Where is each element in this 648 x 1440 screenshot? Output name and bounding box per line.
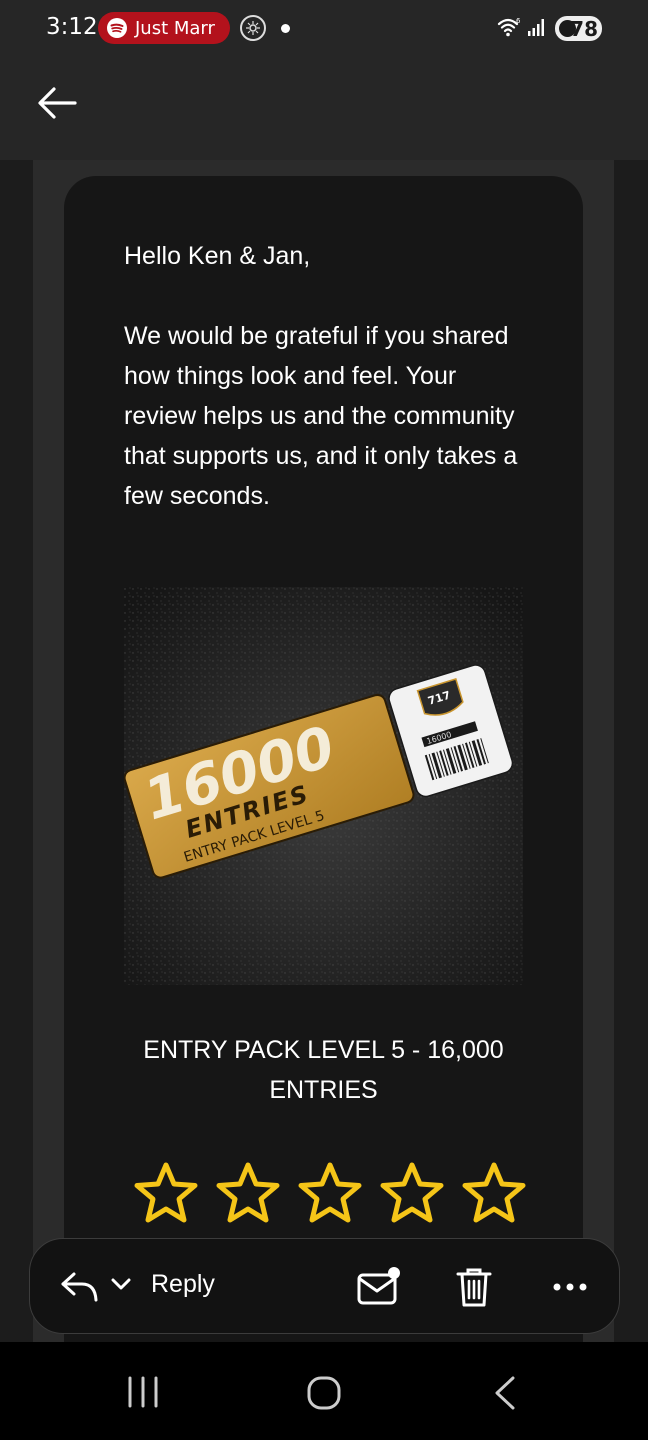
star-icon-5[interactable] (461, 1160, 527, 1226)
product-image[interactable]: 16000 ENTRIES ENTRY PACK LEVEL 5 717 160… (124, 587, 523, 985)
star-icon-4[interactable] (379, 1160, 445, 1226)
more-icon (553, 1283, 587, 1291)
spotify-icon (107, 18, 127, 38)
star-rating[interactable] (133, 1160, 533, 1232)
battery-icon: 78 (555, 16, 602, 41)
mark-unread-icon[interactable] (356, 1266, 402, 1308)
product-title: ENTRY PACK LEVEL 5 - 16,000 ENTRIES (143, 1036, 504, 1104)
signal-icon (528, 19, 544, 36)
app-icon (240, 15, 266, 41)
system-nav-bar (0, 1342, 648, 1440)
home-icon[interactable] (306, 1375, 342, 1411)
back-button[interactable] (34, 80, 80, 126)
email-greeting: Hello Ken & Jan, (124, 242, 311, 270)
more-button[interactable] (550, 1269, 590, 1305)
email-body-text: We would be grateful if you shared how t… (124, 322, 518, 510)
battery-saver-icon (559, 20, 576, 37)
notification-dot (281, 24, 290, 33)
star-icon-2[interactable] (215, 1160, 281, 1226)
wifi-6-icon: 6 (497, 17, 521, 37)
status-bar: 3:12 Just Marr 6 78 (0, 0, 648, 58)
clock: 3:12 (46, 14, 98, 40)
trash-icon[interactable] (454, 1265, 494, 1309)
app-bar (0, 58, 648, 160)
email-action-bar: Reply (29, 1238, 620, 1334)
arrow-left-icon (38, 87, 77, 119)
media-chip[interactable]: Just Marr (98, 12, 230, 44)
chevron-down-icon[interactable] (110, 1276, 132, 1292)
reply-button[interactable]: Reply (151, 1270, 215, 1299)
reply-icon[interactable] (60, 1268, 100, 1304)
star-icon-3[interactable] (297, 1160, 363, 1226)
svg-text:6: 6 (516, 17, 521, 25)
media-label: Just Marr (135, 17, 215, 39)
recent-apps-icon[interactable] (126, 1376, 160, 1408)
star-icon-1[interactable] (133, 1160, 199, 1226)
back-icon[interactable] (491, 1375, 519, 1411)
